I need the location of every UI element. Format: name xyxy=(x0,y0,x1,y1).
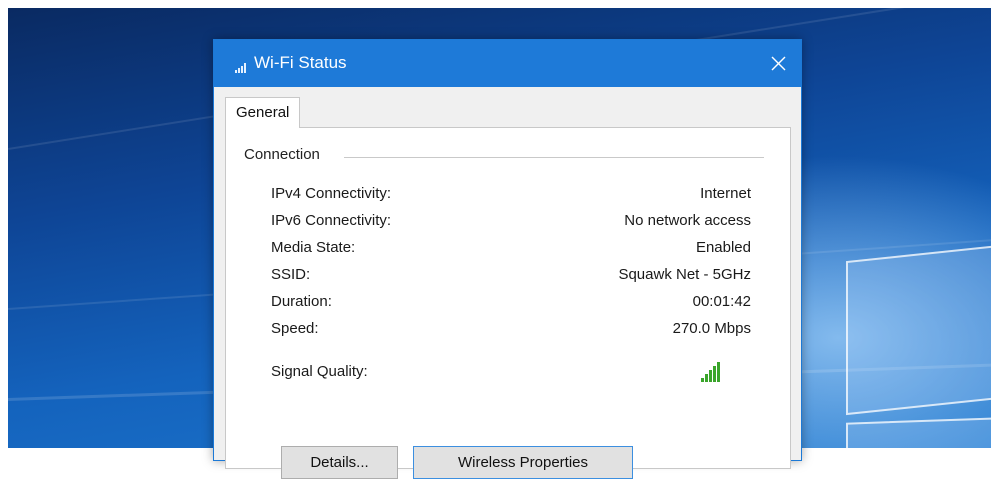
media-state-value: Enabled xyxy=(695,239,751,256)
tab-general[interactable]: General xyxy=(225,97,301,128)
ssid-row: SSID: Squawk Net - 5GHz xyxy=(271,266,751,290)
group-divider xyxy=(344,157,764,158)
wireless-properties-button[interactable]: Wireless Properties xyxy=(413,446,633,479)
ipv4-connectivity-row: IPv4 Connectivity: Internet xyxy=(271,185,751,209)
close-button[interactable] xyxy=(755,40,801,87)
signal-bars-icon xyxy=(701,362,723,382)
ipv6-connectivity-label: IPv6 Connectivity: xyxy=(271,212,392,229)
wifi-status-dialog: Wi-Fi Status General Connection IPv4 Con… xyxy=(213,39,802,479)
speed-value: 270.0 Mbps xyxy=(672,320,751,337)
duration-value: 00:01:42 xyxy=(692,293,751,310)
connection-group-label: Connection xyxy=(244,146,328,163)
media-state-label: Media State: xyxy=(271,239,356,256)
signal-quality-label: Signal Quality: xyxy=(271,363,368,380)
close-icon xyxy=(771,56,785,71)
media-state-row: Media State: Enabled xyxy=(271,239,751,263)
ipv6-connectivity-row: IPv6 Connectivity: No network access xyxy=(271,212,751,236)
ssid-label: SSID: xyxy=(271,266,311,283)
speed-row: Speed: 270.0 Mbps xyxy=(271,320,751,344)
signal-quality-row: Signal Quality: xyxy=(271,363,751,387)
windows-logo-pane xyxy=(846,417,991,448)
general-tab-panel: Connection IPv4 Connectivity: Internet I… xyxy=(225,127,791,479)
details-button[interactable]: Details... xyxy=(281,446,398,479)
ssid-value: Squawk Net - 5GHz xyxy=(618,266,751,283)
ipv4-connectivity-label: IPv4 Connectivity: xyxy=(271,185,392,202)
ipv6-connectivity-value: No network access xyxy=(624,212,751,229)
ipv4-connectivity-value: Internet xyxy=(700,185,751,202)
window-title: Wi-Fi Status xyxy=(254,53,347,72)
duration-label: Duration: xyxy=(271,293,332,310)
title-bar[interactable]: Wi-Fi Status xyxy=(214,40,801,87)
wifi-signal-icon xyxy=(235,63,247,73)
tab-strip: General xyxy=(214,87,801,128)
speed-label: Speed: xyxy=(271,320,319,337)
duration-row: Duration: 00:01:42 xyxy=(271,293,751,317)
windows-logo-pane xyxy=(846,244,991,416)
